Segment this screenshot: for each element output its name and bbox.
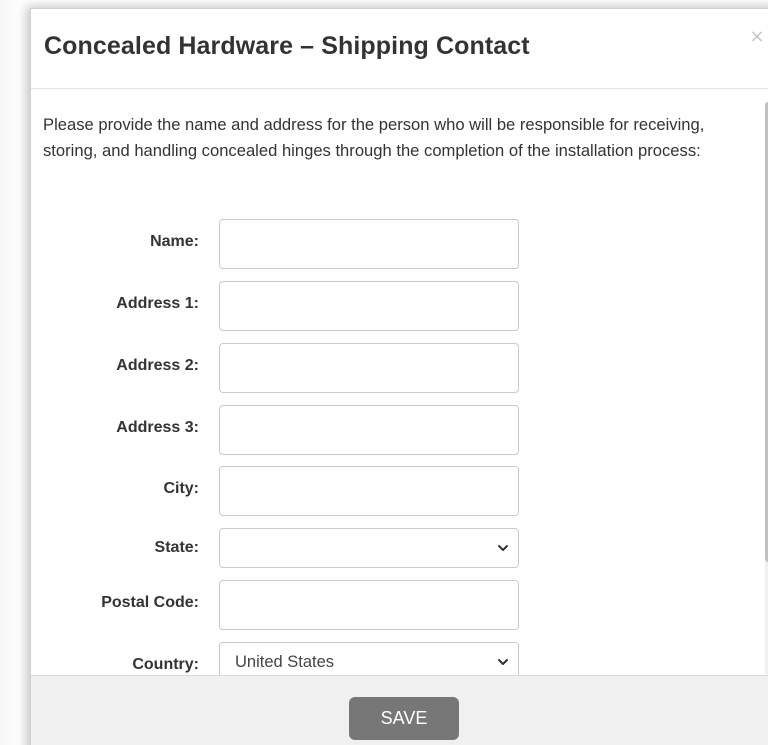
address1-input[interactable] <box>219 281 519 331</box>
address2-row: Address 2: <box>31 343 531 393</box>
address2-input[interactable] <box>219 343 519 393</box>
state-label: State: <box>154 539 199 556</box>
name-input[interactable] <box>219 219 519 269</box>
chevron-down-icon <box>498 659 508 665</box>
state-select[interactable] <box>219 528 519 568</box>
address3-input[interactable] <box>219 405 519 455</box>
address2-label: Address 2: <box>116 357 199 374</box>
address1-row: Address 1: <box>31 281 531 331</box>
city-row: City: <box>31 466 531 516</box>
state-row: State: <box>31 528 531 578</box>
modal-footer: SAVE <box>31 675 768 745</box>
name-row: Name: <box>31 219 531 269</box>
city-label: City: <box>163 480 199 497</box>
country-label: Country: <box>132 656 199 673</box>
intro-text: Please provide the name and address for … <box>43 115 705 160</box>
postal-code-label: Postal Code: <box>101 594 199 611</box>
postal-code-row: Postal Code: <box>31 580 531 630</box>
shipping-contact-modal: Concealed Hardware – Shipping Contact × … <box>30 8 768 745</box>
name-label: Name: <box>150 233 199 250</box>
close-button[interactable]: × <box>747 25 767 49</box>
modal-body: Please provide the name and address for … <box>31 90 768 682</box>
modal-header: Concealed Hardware – Shipping Contact × <box>31 9 768 89</box>
postal-code-input[interactable] <box>219 580 519 630</box>
chevron-down-icon <box>498 545 508 551</box>
modal-title: Concealed Hardware – Shipping Contact <box>44 32 530 60</box>
save-button[interactable]: SAVE <box>349 697 459 740</box>
address3-label: Address 3: <box>116 419 199 436</box>
address1-label: Address 1: <box>116 295 199 312</box>
country-selected-value: United States <box>235 653 335 671</box>
address3-row: Address 3: <box>31 405 531 455</box>
city-input[interactable] <box>219 466 519 516</box>
close-icon: × <box>749 26 765 47</box>
